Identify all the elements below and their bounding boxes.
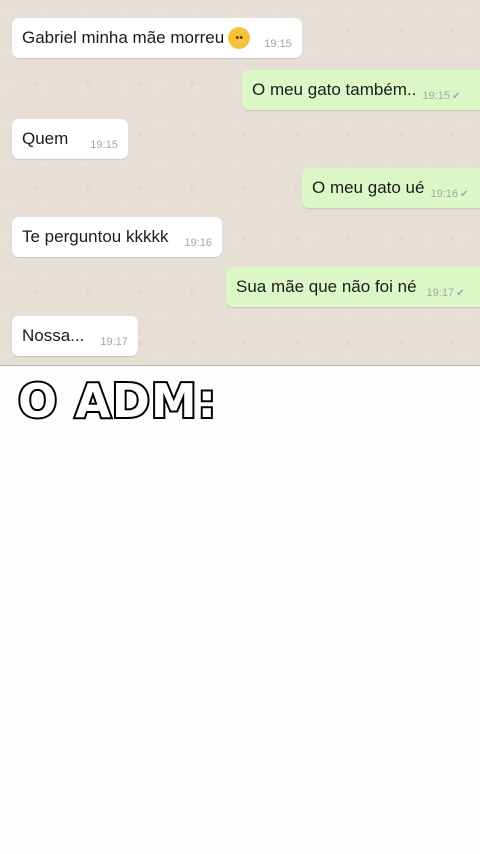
message-time: 19:16: [184, 237, 212, 249]
chat-screenshot: Gabriel minha mãe morreu •• 19:15 O meu …: [0, 0, 480, 366]
message-time: 19:16: [430, 188, 458, 200]
incoming-message: Te perguntou kkkkk 19:16: [12, 217, 222, 257]
message-time: 19:17: [426, 287, 455, 299]
incoming-message: Gabriel minha mãe morreu •• 19:15: [12, 18, 302, 58]
message-text: O meu gato ué: [312, 178, 425, 197]
outgoing-message: Sua mãe que não foi né 19:17 ✔: [226, 267, 480, 307]
message-text: Quem: [22, 129, 69, 148]
message-text: Te perguntou kkkkk: [22, 227, 169, 246]
message-time: 19:15: [264, 38, 292, 50]
meme-caption: O ADM:: [16, 372, 218, 430]
read-check-icon: ✔: [451, 90, 461, 102]
message-text: Nossa...: [22, 326, 85, 345]
read-check-icon: ✔: [456, 287, 465, 299]
read-check-icon: ✔: [460, 188, 469, 200]
outgoing-message: O meu gato também.. 19:15 ✔: [242, 70, 480, 110]
message-text: O meu gato também..: [252, 80, 417, 99]
message-time: 19:17: [100, 336, 128, 348]
message-text: Gabriel minha mãe morreu: [22, 28, 225, 47]
message-time: 19:15: [422, 90, 450, 102]
crying-face-icon: ••: [228, 27, 251, 49]
message-time: 19:15: [90, 139, 118, 151]
message-text: Sua mãe que não foi né: [236, 277, 417, 296]
incoming-message: Quem 19:15: [12, 119, 128, 159]
outgoing-message: O meu gato ué 19:16 ✔: [302, 168, 480, 208]
incoming-message: Nossa... 19:17: [12, 316, 138, 356]
